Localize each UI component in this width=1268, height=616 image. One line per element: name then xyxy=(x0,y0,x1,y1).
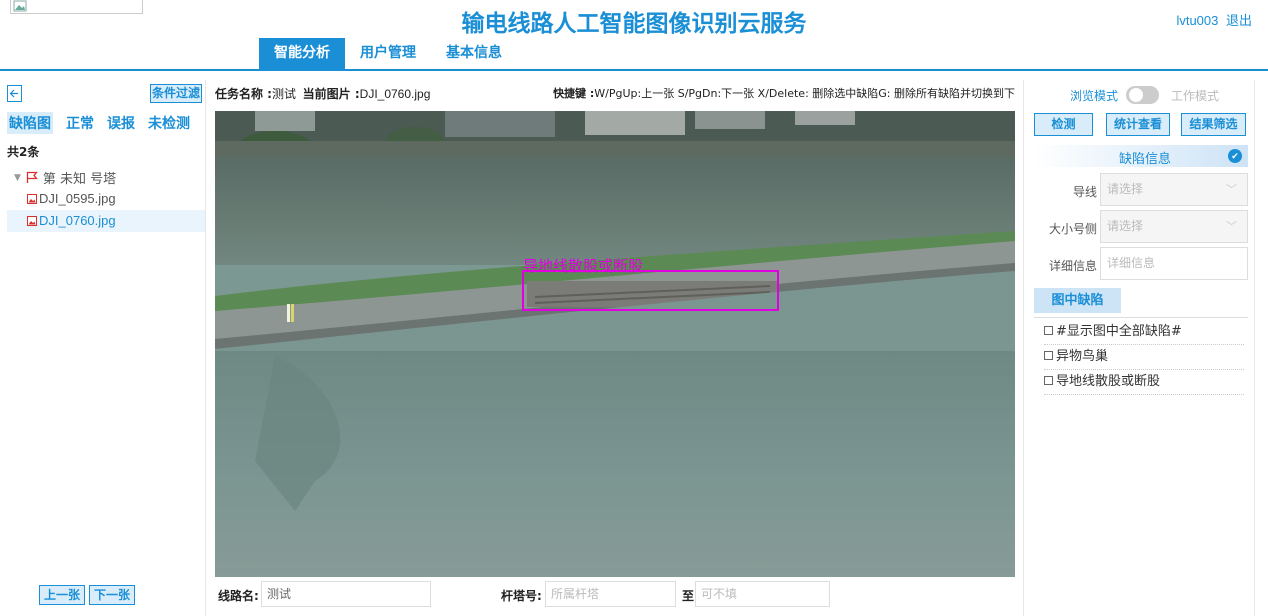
image-defects-header: 图中缺陷 xyxy=(1034,288,1121,313)
side-placeholder: 请选择 xyxy=(1107,219,1144,233)
tower-number-field[interactable]: 所属杆塔 xyxy=(545,581,676,607)
hotkey-label: 快捷键 : xyxy=(553,87,595,100)
defect-item-strand-break[interactable]: 导地线散股或断股 xyxy=(1044,370,1244,395)
details-label: 详细信息 xyxy=(1048,259,1097,273)
conductor-placeholder: 请选择 xyxy=(1107,182,1144,196)
image-file-icon xyxy=(27,194,37,204)
details-placeholder: 详细信息 xyxy=(1107,256,1156,270)
result-count: 共2条 xyxy=(7,145,40,159)
flag-icon xyxy=(26,171,38,183)
defect-bounding-box[interactable] xyxy=(522,270,779,311)
work-mode-label: 工作模式 xyxy=(1171,89,1220,103)
hotkey-hint: 快捷键 :W/PgUp:上一张 S/PgDn:下一张 X/Delete: 删除选… xyxy=(553,85,1015,101)
file-name: DJI_0595.jpg xyxy=(39,191,116,206)
tab-false-alarm[interactable]: 误报 xyxy=(107,113,135,134)
current-image-value: DJI_0760.jpg xyxy=(359,87,431,101)
defect-item-show-all[interactable]: #显示图中全部缺陷# xyxy=(1044,320,1244,345)
task-name-value: 测试 xyxy=(271,87,296,101)
defect-info-title: 缺陷信息 xyxy=(1119,152,1172,167)
file-name: DJI_0760.jpg xyxy=(39,213,116,228)
main-nav: 智能分析 用户管理 基本信息 xyxy=(259,38,517,69)
filter-button[interactable]: 条件过滤 xyxy=(150,84,202,103)
side-select[interactable]: 请选择 ﹀ xyxy=(1100,210,1248,243)
bottom-info-bar: 线路名: 测试 杆塔号: 所属杆塔 至 可不填 xyxy=(215,581,1015,609)
app-title: 输电线路人工智能图像识别云服务 xyxy=(461,11,807,37)
side-label: 大小号侧 xyxy=(1048,222,1097,236)
checkbox[interactable] xyxy=(1044,326,1053,335)
tab-user-management[interactable]: 用户管理 xyxy=(345,38,431,69)
task-name-label: 任务名称 : xyxy=(215,87,272,101)
header: 输电线路人工智能图像识别云服务 lvtu003 退出 智能分析 用户管理 基本信… xyxy=(0,0,1268,71)
back-button[interactable] xyxy=(7,85,22,102)
user-area: lvtu003 退出 xyxy=(1172,10,1252,29)
line-name-label: 线路名: xyxy=(218,589,259,603)
image-canvas[interactable]: 导地线散股或断股 xyxy=(215,111,1015,577)
side-row: 大小号侧 请选择 ﹀ xyxy=(1024,210,1256,244)
file-item[interactable]: DJI_0595.jpg xyxy=(7,188,205,210)
detect-button[interactable]: 检测 xyxy=(1034,113,1093,136)
inspection-photo xyxy=(215,111,1015,577)
username[interactable]: lvtu003 xyxy=(1176,13,1218,28)
details-input[interactable]: 详细信息 xyxy=(1100,247,1248,280)
image-file-icon xyxy=(27,216,37,226)
conductor-label: 导线 xyxy=(1072,185,1097,199)
logout-link[interactable]: 退出 xyxy=(1226,13,1252,28)
tab-normal[interactable]: 正常 xyxy=(66,113,94,134)
left-panel: 条件过滤 缺陷图 正常 误报 未检测 共2条 ▼ 第 未知 号塔 DJI_059… xyxy=(0,80,206,616)
result-filter-button[interactable]: 结果筛选 xyxy=(1181,113,1246,136)
file-item-selected[interactable]: DJI_0760.jpg xyxy=(7,210,205,232)
range-to-label: 至 xyxy=(682,589,695,603)
check-circle-icon[interactable]: ✔ xyxy=(1228,149,1242,163)
prev-image-button[interactable]: 上一张 xyxy=(39,585,86,605)
next-image-button[interactable]: 下一张 xyxy=(89,585,136,605)
line-name-field[interactable]: 测试 xyxy=(261,581,431,607)
tab-not-detected[interactable]: 未检测 xyxy=(148,113,190,134)
conductor-select[interactable]: 请选择 ﹀ xyxy=(1100,173,1248,206)
defect-item-label: 异物鸟巢 xyxy=(1056,349,1109,364)
tower-number-label: 杆塔号: xyxy=(501,589,542,603)
browse-mode-label: 浏览模式 xyxy=(1070,89,1119,103)
tab-smart-analysis[interactable]: 智能分析 xyxy=(259,38,345,69)
right-panel: 浏览模式 工作模式 检测 统计查看 结果筛选 缺陷信息 ✔ 导线 请选择 ﹀ 大… xyxy=(1023,80,1255,616)
tree-group-label: 第 未知 号塔 xyxy=(42,172,117,187)
chevron-down-icon: ﹀ xyxy=(1226,220,1237,233)
details-row: 详细信息 详细信息 xyxy=(1024,247,1256,281)
info-bar: 任务名称 :测试 当前图片 :DJI_0760.jpg 快捷键 :W/PgUp:… xyxy=(215,85,1015,105)
mode-switch-row: 浏览模式 工作模式 xyxy=(1024,85,1256,105)
tree-group-tower[interactable]: ▼ 第 未知 号塔 xyxy=(14,168,116,187)
current-image-label: 当前图片 : xyxy=(302,87,360,101)
toggle-knob xyxy=(1129,88,1143,102)
arrow-left-icon xyxy=(9,89,18,98)
nav-divider xyxy=(0,69,1268,71)
conductor-row: 导线 请选择 ﹀ xyxy=(1024,173,1256,207)
sub-tabs: 缺陷图 正常 误报 未检测 xyxy=(7,112,190,134)
tab-basic-info[interactable]: 基本信息 xyxy=(431,38,517,69)
divider xyxy=(1034,317,1248,318)
tab-defect-images[interactable]: 缺陷图 xyxy=(7,112,53,134)
defect-item-bird-nest[interactable]: 异物鸟巢 xyxy=(1044,345,1244,370)
checkbox[interactable] xyxy=(1044,376,1053,385)
hotkey-text: W/PgUp:上一张 S/PgDn:下一张 X/Delete: 删除选中缺陷G:… xyxy=(594,87,1015,100)
mode-toggle[interactable] xyxy=(1126,86,1159,104)
checkbox[interactable] xyxy=(1044,351,1053,360)
caret-down-icon: ▼ xyxy=(14,172,21,183)
defect-info-header: 缺陷信息 ✔ xyxy=(1034,145,1248,167)
tower-end-field[interactable]: 可不填 xyxy=(695,581,830,607)
defect-item-label: #显示图中全部缺陷# xyxy=(1056,324,1182,339)
chevron-down-icon: ﹀ xyxy=(1226,183,1237,196)
statistics-button[interactable]: 统计查看 xyxy=(1106,113,1170,136)
defect-item-label: 导地线散股或断股 xyxy=(1056,374,1161,389)
